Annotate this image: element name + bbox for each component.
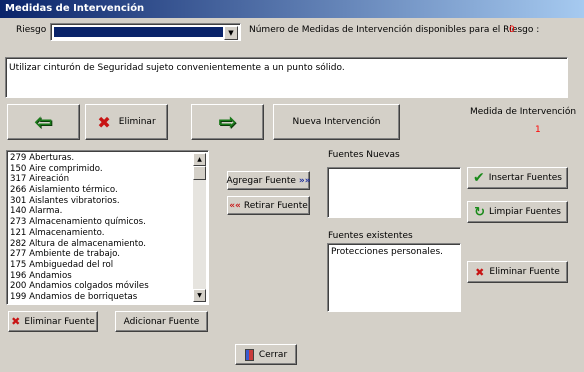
delete-x-icon: ✖ <box>97 112 111 132</box>
delete-x-icon: ✖ <box>11 315 21 328</box>
count-value: 0 <box>509 25 515 35</box>
eliminar-fuente-button[interactable]: ✖ Eliminar Fuente <box>8 311 98 332</box>
adicionar-fuente-label: Adicionar Fuente <box>123 316 200 327</box>
description-field[interactable]: Utilizar cinturón de Seguridad sujeto co… <box>5 57 568 98</box>
count-label: Número de Medidas de Intervención dispon… <box>249 25 540 35</box>
list-item[interactable]: 175 Ambiguedad del rol <box>10 260 192 271</box>
eliminar-button[interactable]: ✖ Eliminar <box>85 104 168 140</box>
eliminar-fuente-existente-label: Eliminar Fuente <box>489 267 560 277</box>
forward-button[interactable]: ⇨ <box>191 104 264 140</box>
nueva-intervencion-label: Nueva Intervención <box>292 117 381 127</box>
title-bar: Medidas de Intervención <box>0 0 584 18</box>
double-chevron-left-icon: «« <box>229 200 241 211</box>
list-item[interactable]: 140 Alarma. <box>10 206 192 217</box>
list-item[interactable]: 301 Aislantes vibratorios. <box>10 196 192 207</box>
agregar-fuente-button[interactable]: Agregar Fuente »» <box>226 171 311 190</box>
cerrar-button[interactable]: Cerrar <box>235 344 297 365</box>
scroll-up-icon[interactable]: ▲ <box>193 153 206 166</box>
list-item[interactable]: 200 Andamios colgados móviles <box>10 281 192 292</box>
cerrar-label: Cerrar <box>258 349 288 360</box>
retirar-fuente-label: Retirar Fuente <box>243 200 308 211</box>
list-item[interactable]: 277 Ambiente de trabajo. <box>10 249 192 260</box>
back-button[interactable]: ⇦ <box>7 104 80 140</box>
list-item[interactable]: 317 Aireación <box>10 174 192 185</box>
delete-x-icon: ✖ <box>475 265 485 279</box>
list-item[interactable]: 279 Aberturas. <box>10 153 192 164</box>
close-door-icon <box>244 348 254 361</box>
fuentes-existentes-label: Fuentes existentes <box>328 231 413 241</box>
list-item[interactable]: 121 Almacenamiento. <box>10 228 192 239</box>
fuentes-list[interactable]: 279 Aberturas. 150 Aire comprimido. 317 Ai… <box>6 150 209 305</box>
riesgo-combo[interactable]: ▼ <box>50 23 241 41</box>
fuentes-scrollbar[interactable]: ▲ ▼ <box>193 153 206 302</box>
insertar-fuentes-button[interactable]: ✔ Insertar Fuentes <box>467 167 568 189</box>
eliminar-fuente-existente-button[interactable]: ✖ Eliminar Fuente <box>467 261 568 283</box>
list-item[interactable]: 266 Aislamiento térmico. <box>10 185 192 196</box>
list-item[interactable]: Protecciones personales. <box>331 247 443 257</box>
double-chevron-right-icon: »» <box>298 175 311 186</box>
eliminar-label: Eliminar <box>118 117 156 127</box>
limpiar-fuentes-label: Limpiar Fuentes <box>488 207 561 217</box>
list-item[interactable]: 273 Almacenamiento químicos. <box>10 217 192 228</box>
riesgo-label: Riesgo <box>16 25 47 35</box>
back-arrow-icon: ⇦ <box>34 109 53 135</box>
list-item[interactable]: 150 Aire comprimido. <box>10 164 192 175</box>
nueva-intervencion-button[interactable]: Nueva Intervención <box>273 104 400 140</box>
fuentes-existentes-list[interactable]: Protecciones personales. <box>327 243 461 312</box>
checkmark-icon: ✔ <box>472 170 485 186</box>
eliminar-fuente-label: Eliminar Fuente <box>24 316 95 327</box>
fuentes-list-items: 279 Aberturas. 150 Aire comprimido. 317 Ai… <box>10 153 192 303</box>
description-text: Utilizar cinturón de Seguridad sujeto co… <box>9 63 345 73</box>
forward-arrow-icon: ⇨ <box>218 109 237 135</box>
agregar-fuente-label: Agregar Fuente <box>226 175 296 186</box>
riesgo-selected-value <box>54 27 223 37</box>
retirar-fuente-button[interactable]: «« Retirar Fuente <box>227 196 310 215</box>
scroll-thumb[interactable] <box>193 166 206 180</box>
list-item[interactable]: 196 Andamios <box>10 271 192 282</box>
list-item[interactable]: 282 Altura de almacenamiento. <box>10 239 192 250</box>
window-title: Medidas de Intervención <box>5 3 145 14</box>
list-item[interactable]: 199 Andamios de borriquetas <box>10 292 192 303</box>
fuentes-nuevas-label: Fuentes Nuevas <box>328 150 400 160</box>
limpiar-fuentes-button[interactable]: ↻ Limpiar Fuentes <box>467 201 568 223</box>
insertar-fuentes-label: Insertar Fuentes <box>488 173 562 183</box>
refresh-icon: ↻ <box>474 204 485 220</box>
fuentes-nuevas-list[interactable] <box>327 167 461 218</box>
adicionar-fuente-button[interactable]: Adicionar Fuente <box>115 311 208 332</box>
medida-value: 1 <box>535 125 541 135</box>
chevron-down-icon[interactable]: ▼ <box>224 26 238 40</box>
medida-label: Medida de Intervención <box>470 107 577 117</box>
scroll-down-icon[interactable]: ▼ <box>193 289 206 302</box>
